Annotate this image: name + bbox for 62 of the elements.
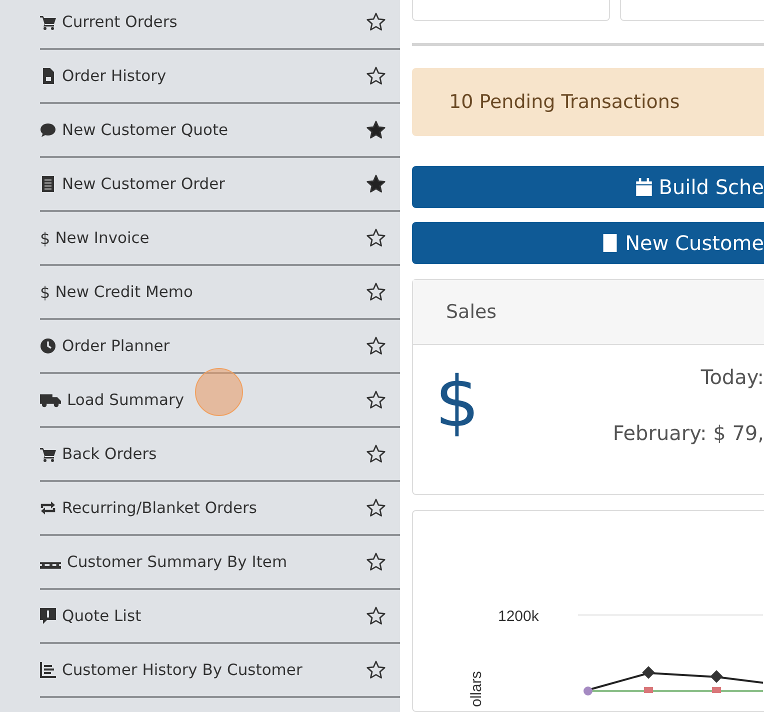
sidebar-item[interactable]: Quote List (40, 590, 400, 644)
menu-label[interactable]: Load Summary (67, 391, 184, 409)
star-icon[interactable] (366, 444, 386, 464)
cart-icon (40, 14, 56, 30)
menu-label[interactable]: Quote List (62, 607, 142, 625)
dollar-icon: $ (40, 282, 50, 302)
speech-bubble-icon (40, 122, 56, 138)
star-icon[interactable] (366, 12, 386, 32)
star-icon[interactable] (366, 606, 386, 626)
sidebar-item[interactable]: $ New Credit Memo (40, 266, 400, 320)
sidebar-item[interactable]: Back Orders (40, 428, 400, 482)
menu-label[interactable]: Current Orders (62, 13, 178, 31)
sidebar-item[interactable]: Current Orders (40, 0, 400, 50)
star-icon[interactable] (366, 66, 386, 86)
star-icon[interactable] (366, 336, 386, 356)
menu-label[interactable]: Order Planner (62, 337, 170, 355)
menu-label[interactable]: Recurring/Blanket Orders (62, 499, 257, 517)
sidebar-item[interactable]: Customer Summary By Item (40, 536, 400, 590)
star-icon[interactable] (366, 660, 386, 680)
menu-label[interactable]: Back Orders (62, 445, 157, 463)
clock-icon (40, 338, 56, 354)
sidebar-item[interactable]: Recurring/Blanket Orders (40, 482, 400, 536)
panel-title: Sales (446, 300, 497, 323)
alert-text: 10 Pending Transactions (449, 91, 680, 114)
repeat-icon (40, 500, 56, 516)
calendar-icon (634, 178, 653, 196)
sidebar-item[interactable]: Customer History By Customer (40, 644, 400, 698)
truck-icon (40, 392, 61, 408)
menu-label[interactable]: Customer Summary By Item (67, 553, 288, 571)
menu-label[interactable]: New Customer Order (62, 175, 225, 193)
sidebar-item[interactable]: New Customer Quote (40, 104, 400, 158)
axis-tick-label: 1200k (498, 608, 539, 626)
menu-label[interactable]: Order History (62, 67, 166, 85)
action-button[interactable]: New Custome (412, 222, 764, 264)
bar-list-icon (40, 662, 56, 678)
star-icon[interactable] (366, 390, 386, 410)
menu-label[interactable]: New Customer Quote (62, 121, 228, 139)
star-icon[interactable] (366, 282, 386, 302)
speech-bubble-icon (40, 608, 56, 624)
file-icon (40, 68, 56, 84)
sidebar-item[interactable]: $ New Invoice (40, 212, 400, 266)
menu-label[interactable]: New Credit Memo (55, 283, 193, 301)
touch-indicator (195, 368, 243, 416)
action-button[interactable]: Build Sche (412, 166, 764, 208)
sales-figure: February: $ 79, (612, 420, 764, 445)
sidebar-item[interactable]: New Customer Order (40, 158, 400, 212)
pallet-icon (40, 562, 61, 568)
star-icon[interactable] (366, 174, 386, 194)
sidebar-item[interactable]: Order Planner (40, 320, 400, 374)
sidebar-item[interactable]: Order History (40, 50, 400, 104)
star-icon[interactable] (366, 498, 386, 518)
dollar-icon: $ (435, 366, 480, 437)
menu-label[interactable]: Customer History By Customer (62, 661, 302, 679)
star-icon[interactable] (366, 552, 386, 572)
sales-figure: Today: (700, 364, 764, 389)
dollar-icon: $ (40, 228, 50, 248)
menu-label[interactable]: New Invoice (55, 229, 150, 247)
star-icon[interactable] (366, 120, 386, 140)
axis-title: ollars (468, 671, 485, 708)
sidebar-item[interactable]: Load Summary (40, 374, 400, 428)
star-icon[interactable] (366, 228, 386, 248)
cart-icon (40, 446, 56, 462)
